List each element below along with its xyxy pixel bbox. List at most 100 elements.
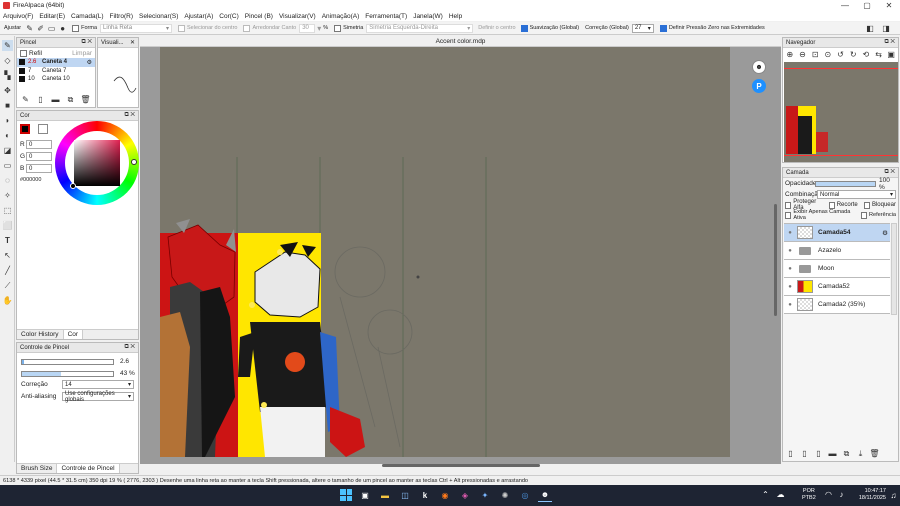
dots-icon[interactable]: ▚ (2, 70, 13, 81)
menu-item-filtro[interactable]: Filtro(R) (110, 13, 133, 20)
visibility-icon[interactable]: ● (784, 284, 796, 290)
eyedropper-icon[interactable]: ⟋ (2, 280, 13, 291)
duplicate-layer-icon[interactable]: ⧉ (841, 448, 852, 459)
arredondar-chevron-icon[interactable]: ▾ (315, 23, 323, 34)
panel-float-icon[interactable]: ⧉ (884, 39, 888, 45)
chevron-up-icon[interactable]: ⌃ (760, 489, 771, 500)
floating-p-icon[interactable]: P (752, 79, 766, 93)
zoom-fit-icon[interactable]: ⊡ (810, 49, 820, 60)
r-input[interactable]: 0 (26, 140, 52, 149)
clock[interactable]: 10:47:17 18/11/2025 (852, 488, 886, 502)
arredondar-checkbox[interactable] (243, 24, 251, 32)
blend-select[interactable]: Normal ▾ (817, 190, 896, 199)
hand-icon[interactable]: ✋ (2, 295, 13, 306)
rotate-reset-icon[interactable]: ⟲ (861, 49, 871, 60)
dot-tool-icon[interactable]: ● (57, 23, 68, 34)
menu-item-selecionar[interactable]: Selecionar(S) (139, 13, 178, 20)
layer-item[interactable]: ● Azazelo (784, 242, 890, 260)
rotate-left-icon[interactable]: ↺ (836, 49, 846, 60)
menu-item-camada[interactable]: Camada(L) (71, 13, 104, 20)
merge-down-icon[interactable]: ⤓ (855, 448, 866, 459)
menu-item-ajustar[interactable]: Ajustar(A) (184, 13, 213, 20)
tab-cor[interactable]: Cor (62, 330, 84, 339)
new-brush-icon[interactable]: ▯ (35, 94, 46, 105)
canvas-horizontal-scrollbar[interactable] (382, 464, 540, 467)
definir-centro-button[interactable]: Definir o centro (478, 25, 515, 31)
document-tab[interactable]: Accent color.mdp (436, 38, 486, 45)
panel-close-icon[interactable]: ✕ (130, 112, 135, 118)
menu-item-cor[interactable]: Cor(C) (219, 13, 239, 20)
refil-checkbox[interactable] (20, 49, 27, 57)
gradient-icon[interactable]: ◐ (2, 130, 13, 141)
layer-item[interactable]: ● Camada2 (35%) (784, 296, 890, 314)
brush-tool-icon[interactable]: ✐ (35, 23, 46, 34)
cloud-icon[interactable]: ☁ (775, 489, 786, 500)
limpar-button[interactable]: Limpar (72, 50, 92, 57)
minimize-icon[interactable]: — (834, 0, 856, 11)
task-view-icon[interactable]: ▣ (358, 488, 372, 502)
select-eraser-icon[interactable]: ⬜ (2, 220, 13, 231)
panel-left-icon[interactable]: ◧ (862, 23, 878, 34)
select-rect-icon[interactable]: ▭ (2, 160, 13, 171)
show-active-checkbox[interactable] (785, 211, 792, 219)
suavizacao-checkbox[interactable] (520, 24, 528, 32)
menu-item-editar[interactable]: Editar(E) (39, 13, 65, 20)
text-icon[interactable]: T (2, 235, 13, 246)
panel-float-icon[interactable]: ⧉ (81, 39, 85, 45)
canvas-vertical-scrollbar[interactable] (774, 204, 777, 316)
pen-tool-icon[interactable]: ✎ (24, 23, 35, 34)
layer-item[interactable]: ● Camada52 (784, 278, 890, 296)
tab-controle-pincel[interactable]: Controle de Pincel (56, 464, 120, 473)
selecionar-centro-checkbox[interactable] (178, 24, 186, 32)
trash-icon[interactable]: 🗑 (869, 448, 880, 459)
eraser-icon[interactable]: ◇ (2, 55, 13, 66)
panel-close-icon[interactable]: ✕ (890, 169, 895, 175)
store-icon[interactable]: ◫ (398, 488, 412, 502)
arredondar-input[interactable]: 30 (299, 23, 316, 33)
rotate-right-icon[interactable]: ↻ (848, 49, 858, 60)
visibility-icon[interactable]: ● (784, 266, 796, 272)
canvas-workspace[interactable]: Accent color.mdp (140, 36, 781, 467)
menu-item-pincel[interactable]: Pincel (B) (245, 13, 273, 20)
new-layer-icon[interactable]: ▯ (785, 448, 796, 459)
reference-checkbox[interactable] (860, 211, 867, 219)
simetria-select[interactable]: Simetria Esquerda-Direita ▾ (366, 23, 474, 33)
close-icon[interactable]: ✕ (878, 0, 900, 11)
panel-float-icon[interactable]: ⧉ (124, 344, 128, 350)
menu-item-help[interactable]: Help (449, 13, 462, 20)
panel-close-icon[interactable]: ✕ (130, 344, 135, 350)
notification-bell-icon[interactable]: ♫ (889, 490, 898, 501)
kindle-icon[interactable]: k (418, 488, 432, 502)
firealpaca-icon[interactable]: ☻ (538, 488, 552, 502)
divide-icon[interactable]: ╱ (2, 265, 13, 276)
simetria-checkbox[interactable] (334, 24, 342, 32)
primary-color-swatch[interactable] (20, 124, 30, 134)
duplicate-icon[interactable]: ⧉ (65, 94, 76, 105)
visibility-icon[interactable]: ● (784, 230, 796, 236)
eraser-tool-icon[interactable]: ▭ (46, 23, 57, 34)
visibility-icon[interactable]: ● (784, 302, 796, 308)
gear-icon[interactable]: ⚙ (87, 59, 92, 66)
layer-list-scrollbar[interactable] (891, 223, 897, 315)
select-pen-icon[interactable]: ⬚ (2, 205, 13, 216)
visibility-icon[interactable]: ● (784, 248, 796, 254)
hex-value[interactable]: #000000 (20, 177, 41, 183)
menu-item-visualizar[interactable]: Visualizar(V) (279, 13, 316, 20)
panel-float-icon[interactable]: ⧉ (884, 169, 888, 175)
ai-sparkle-icon[interactable]: ✦ (478, 488, 492, 502)
file-explorer-icon[interactable]: ▬ (378, 488, 392, 502)
folder-icon[interactable]: ▬ (50, 94, 61, 105)
pen-item[interactable]: 10 Caneta 10 (17, 75, 95, 84)
antialias-select[interactable]: Use configurações globais ▾ (62, 391, 134, 403)
clip-checkbox[interactable] (828, 201, 835, 209)
forma-checkbox[interactable] (72, 24, 80, 32)
panel-float-icon[interactable]: ⧉ (124, 112, 128, 118)
magic-wand-icon[interactable]: ✧ (2, 190, 13, 201)
panel-close-icon[interactable]: ✕ (130, 39, 135, 46)
navigator-preview[interactable] (784, 62, 898, 162)
move-icon[interactable]: ✥ (2, 85, 13, 96)
chrome-icon[interactable]: ◎ (518, 488, 532, 502)
opacity-slider[interactable] (21, 370, 114, 377)
lock-checkbox[interactable] (863, 201, 870, 209)
tab-color-history[interactable]: Color History (17, 331, 63, 338)
